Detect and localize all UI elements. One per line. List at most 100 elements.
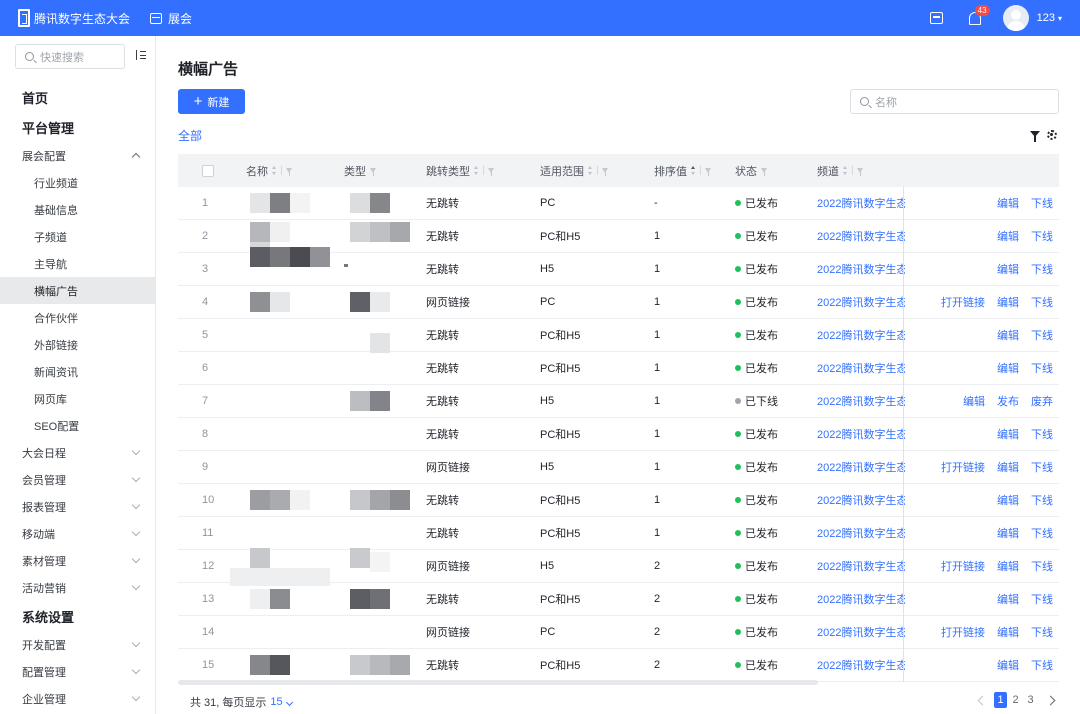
sidebar-item-web-library[interactable]: 网页库 (0, 385, 155, 412)
select-all-checkbox[interactable] (202, 164, 214, 177)
new-button[interactable]: + 新建 (178, 89, 245, 114)
row-action-link[interactable]: 打开链接 (941, 558, 985, 574)
table-row[interactable]: 5无跳转PC和H51已发布2022腾讯数字生态大会编辑下线 (178, 319, 1059, 353)
next-page-icon[interactable] (1045, 695, 1056, 705)
sort-icon[interactable] (272, 166, 277, 175)
table-row[interactable]: 7无跳转H51已下线2022腾讯数字生态大会编辑发布废弃 (178, 385, 1059, 418)
filter-icon[interactable] (705, 168, 711, 176)
row-action-link[interactable]: 下线 (1031, 657, 1053, 673)
table-row[interactable]: 10无跳转PC和H51已发布2022腾讯数字生态大会编辑下线 (178, 484, 1059, 517)
table-row[interactable]: 3无跳转H51已发布2022腾讯数字生态大会编辑下线 (178, 247, 1059, 286)
row-action-link[interactable]: 编辑 (963, 393, 985, 409)
sidebar-item-basic-info[interactable]: 基础信息 (0, 196, 155, 223)
page-button-2[interactable]: 2 (1009, 692, 1022, 708)
row-action-link[interactable]: 编辑 (997, 459, 1019, 475)
column-header-channel[interactable]: 频道 (817, 154, 863, 187)
sidebar-item-mobile[interactable]: 移动端 (0, 520, 155, 547)
table-row[interactable]: 6无跳转PC和H51已发布2022腾讯数字生态大会编辑下线 (178, 352, 1059, 385)
row-action-link[interactable]: 打开链接 (941, 624, 985, 640)
table-row[interactable]: 14网页链接PC2已发布2022腾讯数字生态大会打开链接编辑下线 (178, 616, 1059, 649)
row-action-link[interactable]: 编辑 (997, 426, 1019, 442)
row-action-link[interactable]: 编辑 (997, 591, 1019, 607)
row-action-link[interactable]: 编辑 (997, 360, 1019, 376)
sidebar-item-sub-channel[interactable]: 子频道 (0, 223, 155, 250)
sidebar-item-activity-marketing[interactable]: 活动营销 (0, 574, 155, 601)
sort-icon[interactable] (474, 166, 479, 175)
column-header-jump-type[interactable]: 跳转类型 (426, 154, 494, 187)
row-action-link[interactable]: 下线 (1031, 360, 1053, 376)
row-action-link[interactable]: 废弃 (1031, 393, 1053, 409)
row-action-link[interactable]: 编辑 (997, 657, 1019, 673)
row-action-link[interactable]: 下线 (1031, 624, 1053, 640)
row-action-link[interactable]: 编辑 (997, 261, 1019, 277)
page-button-3[interactable]: 3 (1024, 692, 1037, 708)
tab-all[interactable]: 全部 (178, 127, 202, 144)
sidebar-item-partners[interactable]: 合作伙伴 (0, 304, 155, 331)
filter-icon[interactable] (602, 168, 608, 176)
sidebar-item-member-management[interactable]: 会员管理 (0, 466, 155, 493)
row-action-link[interactable]: 编辑 (997, 558, 1019, 574)
sidebar-item-home[interactable]: 首页 (0, 82, 155, 112)
sidebar-item-dev-config[interactable]: 开发配置 (0, 631, 155, 658)
avatar[interactable] (1002, 5, 1029, 31)
row-action-link[interactable]: 下线 (1031, 261, 1053, 277)
notification-button[interactable]: 43 (968, 4, 990, 25)
app-logo[interactable]: 腾讯数字生态大会 (0, 9, 140, 27)
filter-icon[interactable] (488, 168, 494, 176)
row-action-link[interactable]: 下线 (1031, 459, 1053, 475)
row-action-link[interactable]: 下线 (1031, 228, 1053, 244)
column-header-sort[interactable]: 排序值 (654, 154, 711, 187)
sidebar-item-report-management[interactable]: 报表管理 (0, 493, 155, 520)
row-action-link[interactable]: 编辑 (997, 228, 1019, 244)
column-header-name[interactable]: 名称 (246, 154, 292, 187)
column-header-status[interactable]: 状态 (735, 154, 767, 187)
row-action-link[interactable]: 下线 (1031, 525, 1053, 541)
row-action-link[interactable]: 编辑 (997, 195, 1019, 211)
row-action-link[interactable]: 下线 (1031, 558, 1053, 574)
table-row[interactable]: 4网页链接PC1已发布2022腾讯数字生态大会打开链接编辑下线 (178, 286, 1059, 319)
filter-icon[interactable] (370, 168, 376, 176)
sort-icon[interactable] (588, 166, 593, 175)
page-size-select[interactable]: 15 (270, 696, 293, 708)
row-action-link[interactable]: 发布 (997, 393, 1019, 409)
sidebar-item-news[interactable]: 新闻资讯 (0, 358, 155, 385)
table-row[interactable]: 12网页链接H52已发布2022腾讯数字生态大会打开链接编辑下线 (178, 548, 1059, 586)
message-icon[interactable] (929, 12, 943, 24)
row-action-link[interactable]: 下线 (1031, 591, 1053, 607)
column-header-type[interactable]: 类型 (344, 154, 376, 187)
row-action-link[interactable]: 编辑 (997, 294, 1019, 310)
row-action-link[interactable]: 下线 (1031, 327, 1053, 343)
table-row[interactable]: 15无跳转PC和H52已发布2022腾讯数字生态大会编辑下线 (178, 649, 1059, 682)
table-row[interactable]: 1无跳转PC-已发布2022腾讯数字生态大会编辑下线 (178, 187, 1059, 220)
filter-icon[interactable] (761, 168, 767, 176)
sidebar-item-external-links[interactable]: 外部链接 (0, 331, 155, 358)
sidebar-item-system-settings[interactable]: 系统设置 (0, 601, 155, 631)
top-nav-exhibition[interactable]: 展会 (140, 10, 192, 27)
table-row[interactable]: 11无跳转PC和H51已发布2022腾讯数字生态大会编辑下线 (178, 517, 1059, 550)
row-action-link[interactable]: 编辑 (997, 525, 1019, 541)
gear-icon[interactable] (1047, 130, 1057, 140)
sort-icon[interactable] (843, 166, 848, 175)
sidebar-item-material-management[interactable]: 素材管理 (0, 547, 155, 574)
sidebar-item-platform-management[interactable]: 平台管理 (0, 112, 155, 142)
row-action-link[interactable]: 打开链接 (941, 294, 985, 310)
filter-icon[interactable] (1030, 131, 1040, 142)
chevron-down-icon[interactable]: ▾ (1058, 14, 1062, 23)
prev-page-icon[interactable] (977, 695, 988, 705)
row-action-link[interactable]: 编辑 (997, 624, 1019, 640)
column-header-scope[interactable]: 适用范围 (540, 154, 608, 187)
row-action-link[interactable]: 编辑 (997, 327, 1019, 343)
collapse-sidebar-icon[interactable] (136, 50, 146, 60)
sort-icon[interactable] (691, 166, 696, 175)
sidebar-search-input[interactable]: 快速搜索 (15, 44, 125, 69)
row-action-link[interactable]: 下线 (1031, 492, 1053, 508)
name-search-input[interactable]: 名称 (850, 89, 1059, 114)
sidebar-item-main-nav[interactable]: 主导航 (0, 250, 155, 277)
sidebar-item-industry-channel[interactable]: 行业频道 (0, 169, 155, 196)
sidebar-item-conference-schedule[interactable]: 大会日程 (0, 439, 155, 466)
filter-icon[interactable] (286, 168, 292, 176)
row-action-link[interactable]: 编辑 (997, 492, 1019, 508)
table-row[interactable]: 8无跳转PC和H51已发布2022腾讯数字生态大会编辑下线 (178, 418, 1059, 451)
table-row[interactable]: 13无跳转PC和H52已发布2022腾讯数字生态大会编辑下线 (178, 583, 1059, 616)
sidebar-item-banner-ads[interactable]: 横幅广告 (0, 277, 155, 304)
